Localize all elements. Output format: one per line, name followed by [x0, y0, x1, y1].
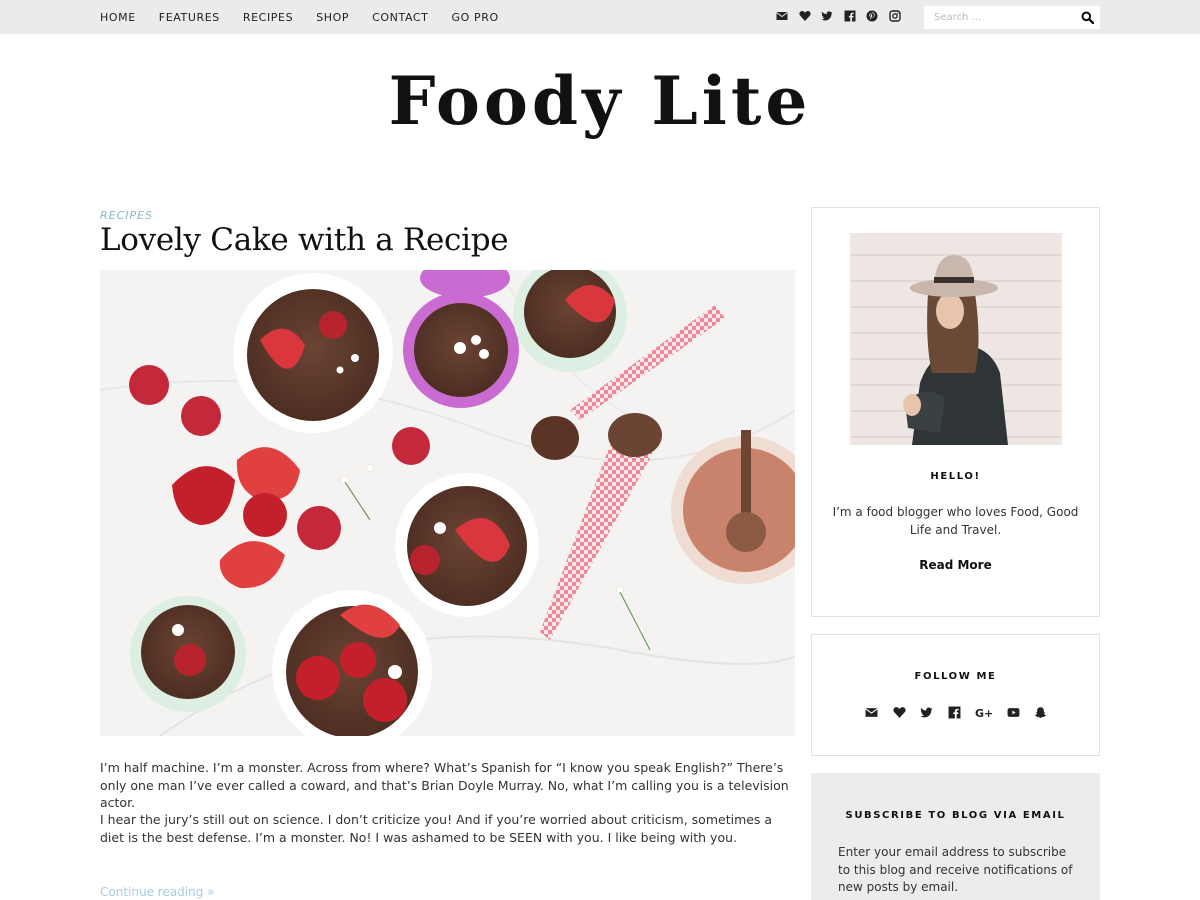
site-logo[interactable]: Foody Lite	[0, 62, 1200, 140]
top-social-links	[776, 10, 911, 22]
instagram-icon[interactable]	[888, 10, 901, 22]
pinterest-icon[interactable]	[866, 10, 878, 22]
facebook-icon[interactable]	[844, 10, 856, 22]
nav-shop[interactable]: SHOP	[316, 11, 349, 24]
follow-heading: FOLLOW ME	[914, 671, 997, 682]
svg-text:G+: G+	[975, 707, 992, 719]
subscribe-text: Enter your email address to subscribe to…	[838, 845, 1073, 894]
envelope-icon[interactable]	[865, 706, 878, 719]
subscribe-widget: SUBSCRIBE TO BLOG VIA EMAIL Enter your e…	[811, 773, 1100, 900]
search-icon[interactable]	[1081, 11, 1094, 24]
heart-icon[interactable]	[798, 10, 811, 22]
read-more-link[interactable]: Read More	[812, 558, 1099, 572]
search-box	[924, 6, 1100, 29]
about-text: I’m a food blogger who loves Food, Good …	[832, 505, 1079, 537]
twitter-icon[interactable]	[920, 706, 933, 719]
envelope-icon[interactable]	[776, 10, 788, 22]
facebook-icon[interactable]	[948, 706, 961, 719]
nav-home[interactable]: HOME	[100, 11, 136, 24]
youtube-icon[interactable]	[1007, 706, 1020, 719]
follow-social-links: G+	[865, 706, 1062, 719]
post-title[interactable]: Lovely Cake with a Recipe	[100, 222, 509, 258]
post-excerpt-paragraph: I’m half machine. I’m a monster. Across …	[100, 760, 789, 810]
snapchat-icon[interactable]	[1034, 706, 1047, 719]
author-photo	[850, 233, 1062, 445]
post-featured-image[interactable]	[100, 270, 795, 736]
search-input[interactable]	[924, 6, 1074, 29]
top-bar: HOME FEATURES RECIPES SHOP CONTACT GO PR…	[0, 0, 1200, 34]
nav-go-pro[interactable]: GO PRO	[452, 11, 499, 24]
continue-reading-link[interactable]: Continue reading »	[100, 885, 215, 899]
post-excerpt-paragraph: I hear the jury’s still out on science. …	[100, 812, 773, 845]
nav-features[interactable]: FEATURES	[159, 11, 220, 24]
subscribe-heading: SUBSCRIBE TO BLOG VIA EMAIL	[845, 810, 1066, 821]
about-heading: HELLO!	[930, 471, 981, 482]
follow-widget: FOLLOW ME G+	[811, 634, 1100, 756]
about-widget: HELLO! I’m a food blogger who loves Food…	[811, 207, 1100, 617]
heart-icon[interactable]	[892, 706, 906, 719]
google-plus-icon[interactable]: G+	[975, 706, 992, 719]
nav-recipes[interactable]: RECIPES	[243, 11, 293, 24]
post-category[interactable]: RECIPES	[100, 209, 153, 222]
main-nav: HOME FEATURES RECIPES SHOP CONTACT GO PR…	[100, 0, 522, 34]
nav-contact[interactable]: CONTACT	[372, 11, 428, 24]
twitter-icon[interactable]	[821, 10, 833, 22]
